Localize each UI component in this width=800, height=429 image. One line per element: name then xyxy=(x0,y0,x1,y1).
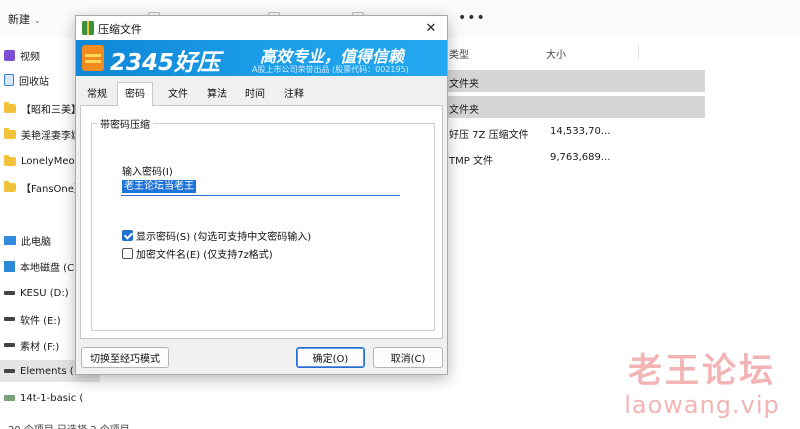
encrypt-filenames-label: 加密文件名(E) (仅支持7z格式) xyxy=(136,249,273,261)
drive-icon xyxy=(4,343,15,347)
folder-icon xyxy=(4,127,16,139)
ok-button[interactable]: 确定(O) xyxy=(296,347,365,368)
column-divider[interactable] xyxy=(638,44,639,60)
more-options-button[interactable]: ••• xyxy=(458,10,486,26)
table-row[interactable]: 文件夹 xyxy=(446,96,705,118)
cell-type: TMP 文件 xyxy=(449,156,493,167)
sidebar-item-label: 美艳淫妻李娜 xyxy=(21,130,81,142)
sidebar-item-label: KESU (D:) xyxy=(20,287,69,299)
group-title: 带密码压缩 xyxy=(97,116,153,131)
tab-password[interactable]: 密码 xyxy=(117,82,153,106)
watermark: 老王论坛 laowang.vip xyxy=(612,352,792,420)
watermark-cn: 老王论坛 xyxy=(628,351,776,391)
table-row[interactable]: 文件夹 xyxy=(446,70,705,92)
tab-time[interactable]: 时间 xyxy=(238,84,272,106)
table-row[interactable]: 好压 7Z 压缩文件 14,533,70... xyxy=(446,121,705,143)
tab-files[interactable]: 文件 xyxy=(161,84,195,106)
sidebar-item-label: 素材 (F:) xyxy=(20,341,60,353)
sidebar-item-label: 此电脑 xyxy=(21,236,51,248)
cell-type: 文件夹 xyxy=(449,79,479,90)
password-input[interactable]: 老王论坛当老王 xyxy=(121,178,400,196)
drive-icon xyxy=(4,291,15,295)
usb-drive-icon xyxy=(4,395,15,401)
checkbox-unchecked-icon xyxy=(122,247,133,259)
sidebar-item-label: 视频 xyxy=(20,51,40,63)
show-password-label: 显示密码(S) (勾选可支持中文密码输入) xyxy=(136,231,312,243)
compress-dialog: 压缩文件 ✕ 2345好压 高效专业，值得信赖 A股上市公司荣誉出品 (股票代码… xyxy=(75,15,448,375)
haozip-logo-icon xyxy=(82,45,104,71)
computer-icon xyxy=(4,235,16,245)
encrypt-filenames-checkbox[interactable]: 加密文件名(E) (仅支持7z格式) xyxy=(122,246,273,261)
chevron-down-icon: ⌄ xyxy=(34,16,41,25)
password-value: 老王论坛当老王 xyxy=(122,180,196,193)
sidebar-item-label: Elements ( xyxy=(20,365,74,377)
tab-general[interactable]: 常规 xyxy=(80,84,114,106)
recycle-bin-icon xyxy=(4,74,14,86)
brand-banner: 2345好压 高效专业，值得信赖 A股上市公司荣誉出品 (股票代码：002195… xyxy=(76,40,447,76)
folder-icon xyxy=(4,101,16,113)
sidebar-item-label: 回收站 xyxy=(19,76,49,88)
sidebar-item-basic-drive[interactable]: 14t-1-basic ( xyxy=(0,387,100,409)
show-password-checkbox[interactable]: 显示密码(S) (勾选可支持中文密码输入) xyxy=(122,228,312,243)
new-button-label: 新建 xyxy=(8,13,30,26)
dialog-title: 压缩文件 xyxy=(98,23,142,36)
dialog-titlebar[interactable]: 压缩文件 ✕ xyxy=(76,16,447,40)
table-row[interactable]: TMP 文件 9,763,689... xyxy=(446,147,705,169)
archive-app-icon xyxy=(82,21,94,35)
sidebar-item-label: 本地磁盘 (C xyxy=(20,262,75,274)
drive-icon xyxy=(4,317,15,321)
column-header-type[interactable]: 类型 xyxy=(449,46,469,61)
video-icon xyxy=(4,49,15,61)
cell-type: 文件夹 xyxy=(449,105,479,116)
banner-brand: 2345好压 xyxy=(110,50,221,76)
password-groupbox: 带密码压缩 输入密码(I) 老王论坛当老王 显示密码(S) (勾选可支持中文密码… xyxy=(91,116,435,331)
sidebar-item-label: 【昭和三美】 xyxy=(21,104,81,116)
password-tab-panel: 带密码压缩 输入密码(I) 老王论坛当老王 显示密码(S) (勾选可支持中文密码… xyxy=(80,105,443,339)
banner-subtitle: A股上市公司荣誉出品 (股票代码：002195) xyxy=(252,65,409,74)
close-button[interactable]: ✕ xyxy=(417,16,445,40)
cancel-button[interactable]: 取消(C) xyxy=(373,347,443,368)
tab-comment[interactable]: 注释 xyxy=(277,84,311,106)
cell-size: 9,763,689... xyxy=(550,152,611,163)
drive-icon xyxy=(4,369,15,373)
checkbox-checked-icon xyxy=(122,229,133,241)
folder-icon xyxy=(4,154,16,166)
cell-size: 14,533,70... xyxy=(550,126,611,137)
sidebar-item-label: LonelyMeow xyxy=(21,155,83,167)
column-header-size[interactable]: 大小 xyxy=(546,46,566,61)
new-button[interactable]: 新建 ⌄ xyxy=(8,11,41,27)
tab-algorithm[interactable]: 算法 xyxy=(200,84,234,106)
sidebar-item-label: 软件 (E:) xyxy=(20,315,61,327)
password-label: 输入密码(I) xyxy=(122,167,173,178)
sidebar-item-label: 14t-1-basic ( xyxy=(20,392,84,404)
cell-type: 好压 7Z 压缩文件 xyxy=(449,130,529,141)
watermark-en: laowang.vip xyxy=(624,391,780,419)
windows-drive-icon xyxy=(4,260,15,272)
switch-mode-button[interactable]: 切换至经巧模式 xyxy=(81,347,169,368)
folder-icon xyxy=(4,180,16,192)
